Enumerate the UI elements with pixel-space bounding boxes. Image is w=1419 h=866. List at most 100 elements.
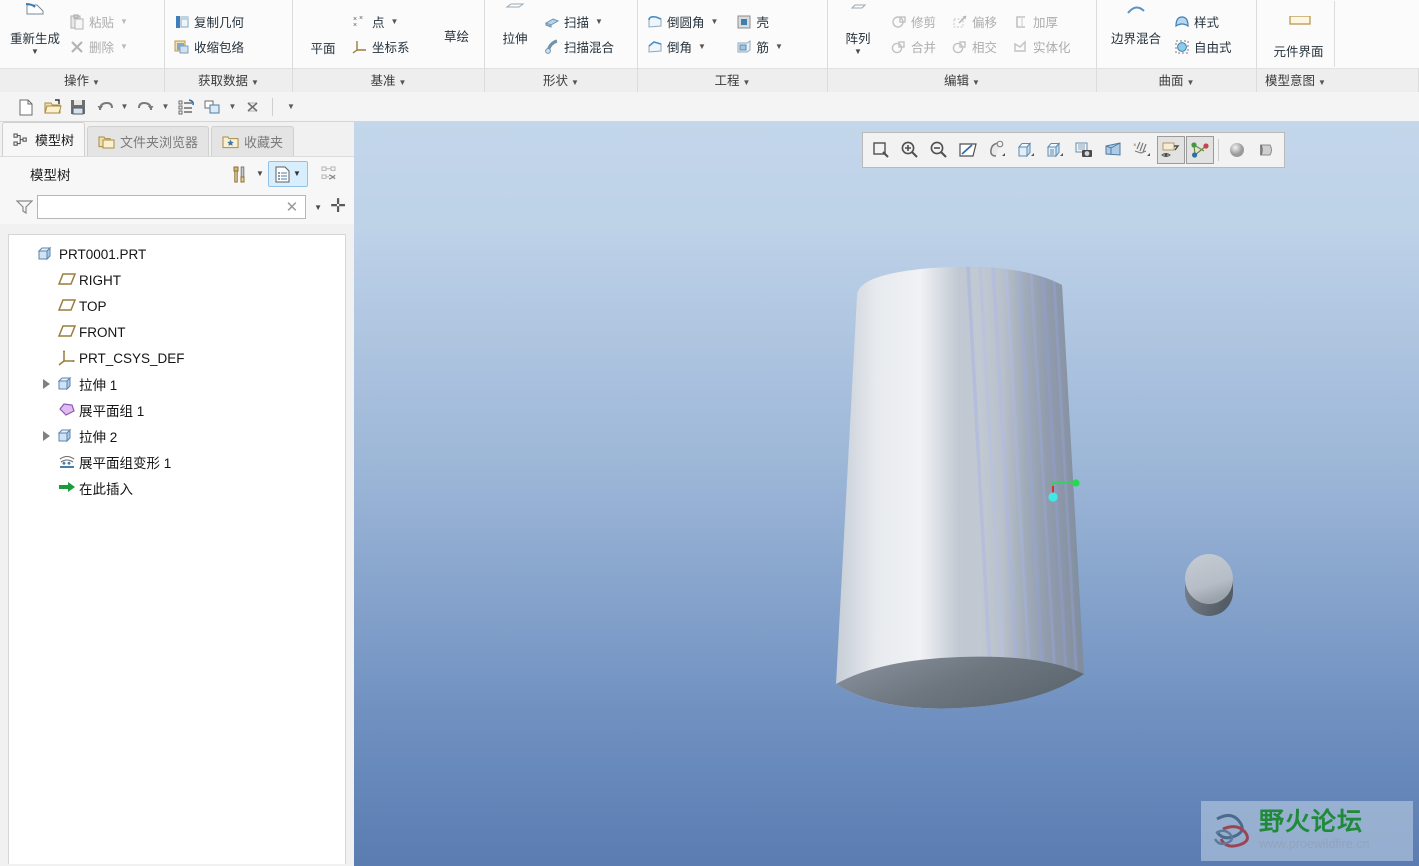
plus-icon[interactable]: ✛	[330, 197, 346, 216]
tree-item-right[interactable]: RIGHT	[19, 267, 345, 293]
tree-item-flatten-deform-1[interactable]: 展平面组变形 1	[19, 449, 345, 475]
new-file-button[interactable]	[14, 95, 38, 119]
tab-favorites[interactable]: 收藏夹	[211, 126, 295, 156]
model-tree[interactable]: PRT0001.PRT RIGHT TOP FRONT PRT_CSYS_DEF…	[8, 234, 346, 864]
pattern-button[interactable]: 阵列 ▼	[834, 1, 882, 67]
tree-expand-arrow-icon[interactable]	[39, 371, 53, 397]
swept-blend-button[interactable]: 扫描混合	[541, 36, 617, 58]
chevron-down-icon[interactable]: ▼	[571, 78, 579, 87]
tree-filter-input[interactable]	[42, 197, 283, 217]
chevron-down-icon[interactable]: ▼	[251, 78, 259, 87]
cylinder-extrude[interactable]	[810, 252, 1086, 714]
chevron-down-icon[interactable]: ▼	[698, 42, 706, 51]
ribbon-group-shapes-footer[interactable]: 形状 ▼	[485, 68, 637, 92]
csys-button[interactable]: 坐标系	[349, 36, 413, 58]
save-button[interactable]	[66, 95, 90, 119]
boundary-blend-button[interactable]: 边界混合	[1103, 1, 1169, 67]
reorient-button[interactable]	[983, 136, 1011, 164]
copy-geometry-button[interactable]: 复制几何	[171, 11, 247, 33]
tools-dropdown-caret[interactable]: ▼	[254, 169, 266, 178]
regenerate-button[interactable]: 重新生成 ▼	[6, 1, 64, 67]
tree-expand-arrow-icon[interactable]	[39, 423, 53, 449]
zoom-out-button[interactable]	[925, 136, 953, 164]
appearance-button[interactable]	[1223, 136, 1251, 164]
chevron-down-icon[interactable]: ▼	[391, 17, 399, 26]
ribbon-group-get-data-footer[interactable]: 获取数据 ▼	[165, 68, 292, 92]
chamfer-button[interactable]: 倒角 ▼	[644, 36, 721, 58]
chevron-down-icon[interactable]: ▼	[1187, 78, 1195, 87]
sweep-button[interactable]: 扫描 ▼	[541, 11, 617, 33]
tree-item-part[interactable]: PRT0001.PRT	[19, 241, 345, 267]
tree-filter-toggle-button[interactable]	[310, 161, 348, 187]
chevron-down-icon[interactable]: ▼	[972, 78, 980, 87]
window-button[interactable]	[200, 95, 224, 119]
undo-dropdown-caret[interactable]: ▼	[118, 95, 131, 119]
chevron-down-icon[interactable]: ▼	[775, 42, 783, 51]
ribbon-group-operations-footer[interactable]: 操作 ▼	[0, 68, 164, 92]
tab-folder-browser[interactable]: 文件夹浏览器	[87, 126, 210, 156]
annotation-display-button[interactable]	[1157, 136, 1185, 164]
offset-button[interactable]: 偏移	[949, 11, 1000, 33]
zoom-in-button[interactable]	[896, 136, 924, 164]
ribbon-group-datum-footer[interactable]: 基准 ▼	[293, 68, 484, 92]
datum-point-button[interactable]: × × × 点 ▼	[349, 11, 413, 33]
window-dropdown-caret[interactable]: ▼	[226, 95, 239, 119]
sketch-button[interactable]: 草绘	[433, 1, 481, 67]
tab-model-tree[interactable]: 模型树	[2, 122, 86, 156]
refit-button[interactable]	[954, 136, 982, 164]
chevron-down-icon[interactable]: ▼	[311, 203, 325, 212]
regenerate-button-qat[interactable]	[174, 95, 198, 119]
tools-button[interactable]	[226, 161, 252, 187]
tree-item-top[interactable]: TOP	[19, 293, 345, 319]
redo-dropdown-caret[interactable]: ▼	[159, 95, 172, 119]
chevron-down-icon[interactable]: ▼	[743, 78, 751, 87]
zoom-to-fit-button[interactable]	[867, 136, 895, 164]
delete-button[interactable]: 删除 ▼	[66, 36, 131, 58]
tree-filter-box[interactable]: ✕	[37, 195, 307, 219]
paste-button[interactable]: 粘贴 ▼	[66, 11, 131, 33]
shell-button[interactable]: 壳	[733, 11, 785, 33]
style-button[interactable]: 样式	[1171, 11, 1235, 33]
ribbon-group-editing-footer[interactable]: 编辑 ▼	[828, 68, 1096, 92]
small-disc[interactable]	[1174, 537, 1264, 627]
tree-item-front[interactable]: FRONT	[19, 319, 345, 345]
chevron-down-icon[interactable]: ▼	[92, 78, 100, 87]
open-file-button[interactable]	[40, 95, 64, 119]
datum-plane-button[interactable]: 平面	[299, 1, 347, 67]
chevron-down-icon[interactable]: ▼	[711, 17, 719, 26]
spin-center-button[interactable]	[1186, 136, 1214, 164]
funnel-filter-icon[interactable]	[16, 199, 33, 215]
scene-button[interactable]	[1252, 136, 1280, 164]
thicken-button[interactable]: 加厚	[1010, 11, 1074, 33]
saved-views-button[interactable]	[1012, 136, 1040, 164]
qat-overflow-button[interactable]: ▼	[280, 95, 302, 119]
display-settings-button[interactable]: ▼	[268, 160, 308, 187]
tree-item-csys[interactable]: PRT_CSYS_DEF	[19, 345, 345, 371]
redo-button[interactable]	[133, 95, 157, 119]
ribbon-group-engineering-footer[interactable]: 工程 ▼	[638, 68, 827, 92]
tree-item-extrude-2[interactable]: 拉伸 2	[19, 423, 345, 449]
close-window-button[interactable]	[241, 95, 265, 119]
chevron-down-icon[interactable]: ▼	[31, 48, 39, 56]
view-manager-button[interactable]	[1070, 136, 1098, 164]
freestyle-button[interactable]: 自由式	[1171, 36, 1235, 58]
extrude-button[interactable]: 拉伸	[491, 1, 539, 67]
rib-button[interactable]: 筋 ▼	[733, 36, 785, 58]
shrinkwrap-button[interactable]: 收缩包络	[171, 36, 247, 58]
tree-item-extrude-1[interactable]: 拉伸 1	[19, 371, 345, 397]
display-style-button[interactable]	[1041, 136, 1069, 164]
merge-button[interactable]: 合并	[888, 36, 939, 58]
trim-button[interactable]: 修剪	[888, 11, 939, 33]
chevron-down-icon[interactable]: ▼	[399, 78, 407, 87]
chevron-down-icon[interactable]: ▼	[854, 48, 862, 56]
solidify-button[interactable]: 实体化	[1010, 36, 1074, 58]
tree-item-flatten-quilt-1[interactable]: 展平面组 1	[19, 397, 345, 423]
datum-display-button[interactable]: ×	[1128, 136, 1156, 164]
undo-button[interactable]	[92, 95, 116, 119]
chevron-down-icon[interactable]: ▼	[120, 17, 128, 26]
intersect-button[interactable]: 相交	[949, 36, 1000, 58]
chevron-down-icon[interactable]: ▼	[1318, 78, 1326, 87]
chevron-down-icon[interactable]: ▼	[120, 42, 128, 51]
tree-item-insert-here[interactable]: 在此插入	[19, 475, 345, 501]
chevron-down-icon[interactable]: ▼	[595, 17, 603, 26]
